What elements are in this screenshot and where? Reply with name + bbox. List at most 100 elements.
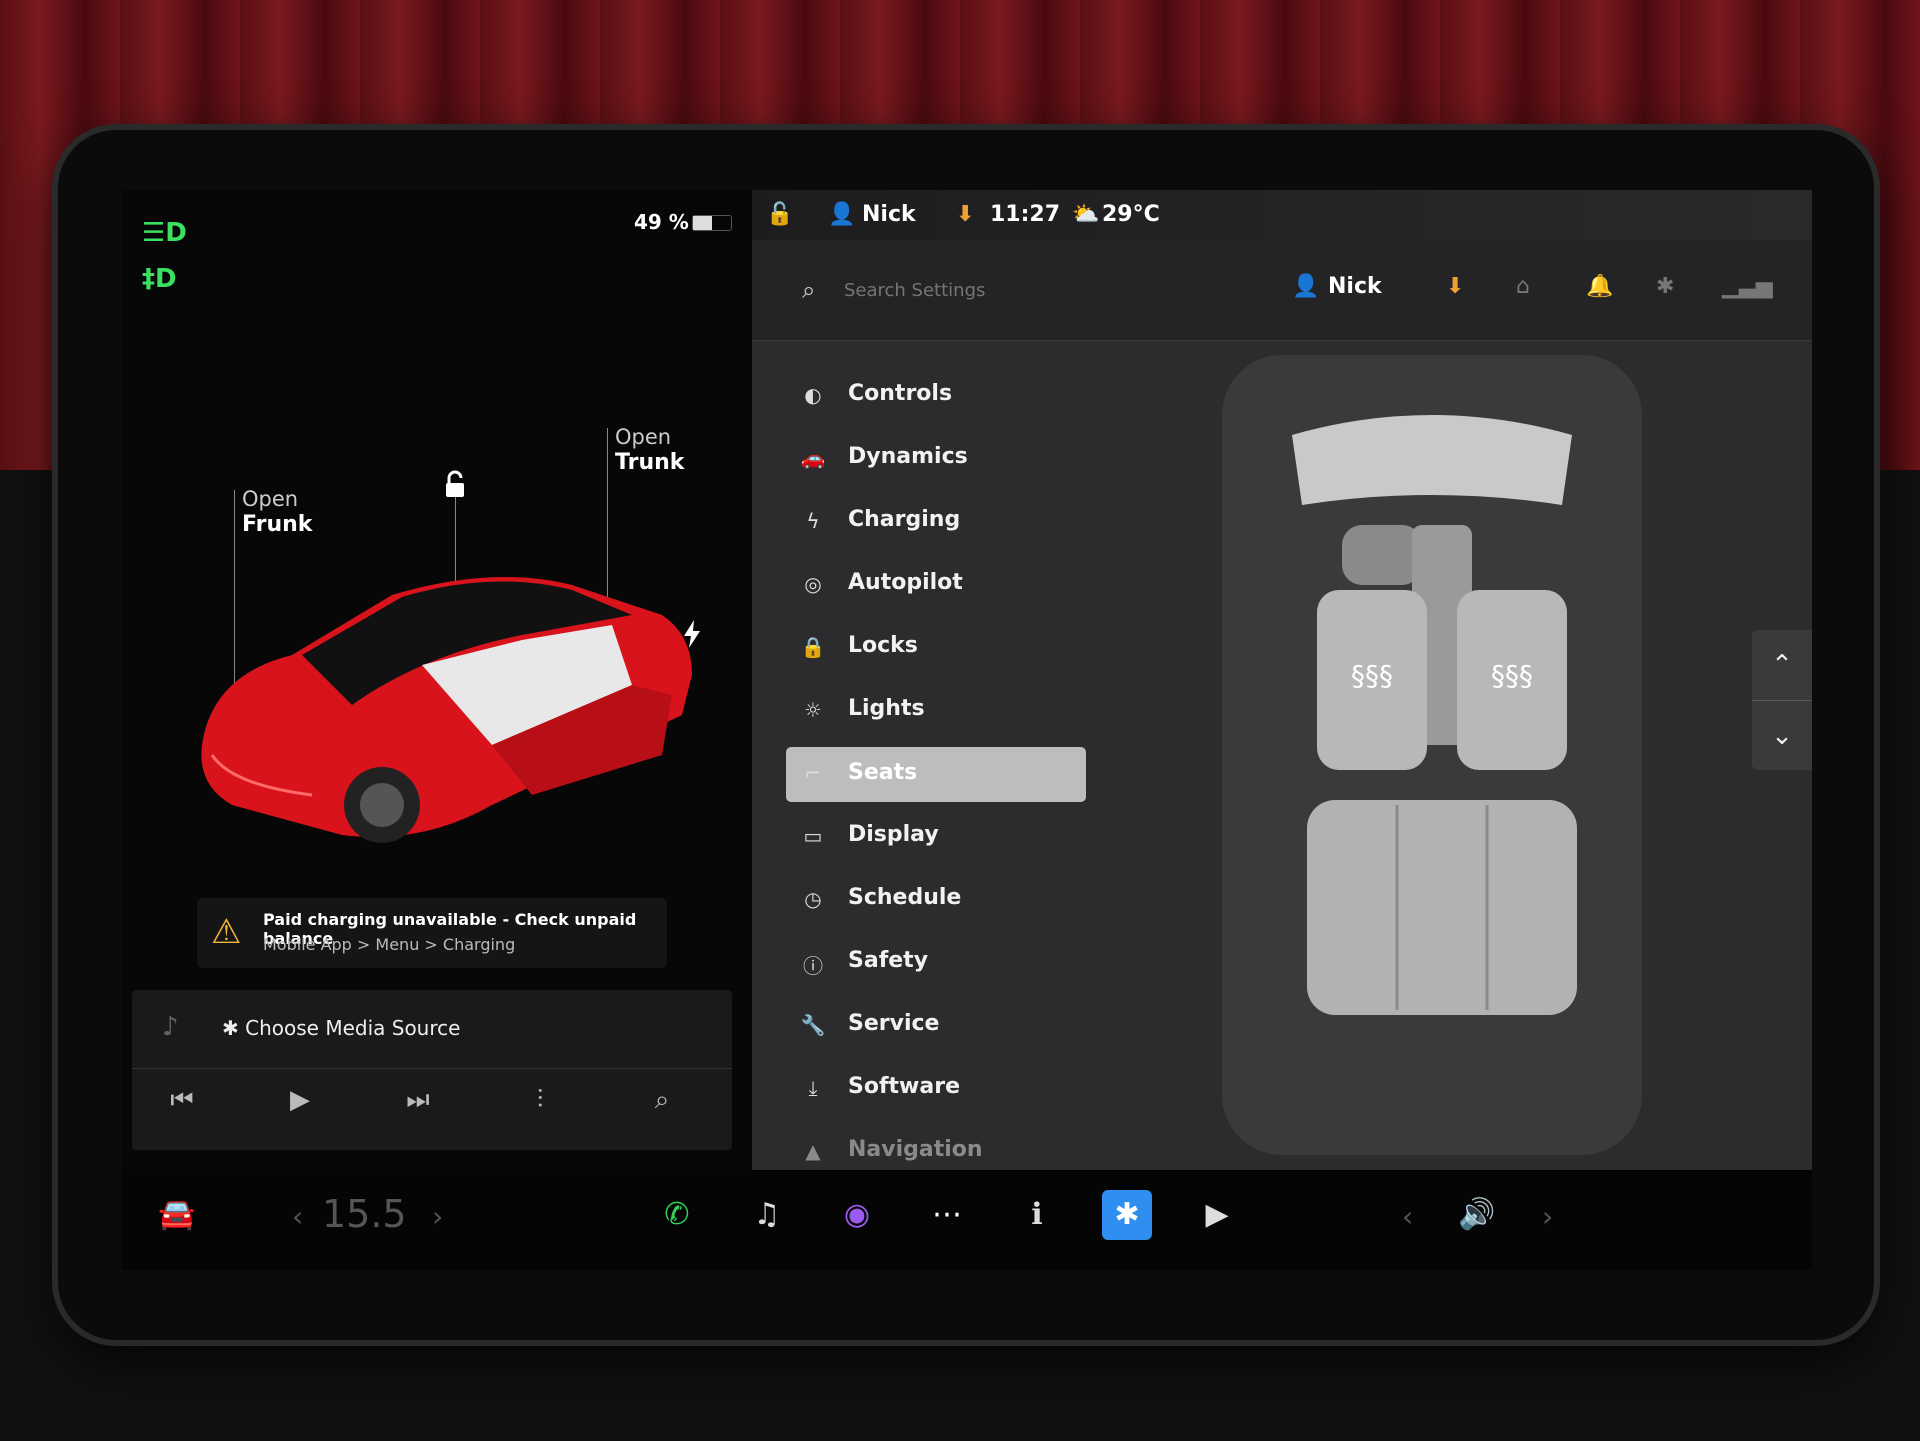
menu-label: Navigation bbox=[848, 1137, 983, 1162]
scroll-controls: ⌃ ⌄ bbox=[1752, 630, 1812, 770]
menu-label: Display bbox=[848, 822, 939, 847]
status-temperature: 29°C bbox=[1102, 202, 1160, 227]
menu-label: Controls bbox=[848, 381, 953, 406]
media-player: ♪ ✱ Choose Media Source ⏮ ▶ ⏭ ⫶ ⌕ bbox=[132, 990, 732, 1150]
search-icon[interactable]: ⌕ bbox=[632, 1085, 692, 1116]
menu-label: Charging bbox=[848, 507, 961, 532]
menu-label: Service bbox=[848, 1011, 940, 1036]
settings-user[interactable]: Nick bbox=[1328, 274, 1382, 299]
sun-icon: ☼ bbox=[804, 698, 822, 722]
headlight-icon: ☰D bbox=[142, 218, 187, 248]
bolt-icon: ϟ bbox=[806, 509, 820, 533]
warning-icon: ⚠ bbox=[211, 912, 242, 952]
menu-item-autopilot[interactable]: ◎ Autopilot bbox=[786, 554, 1086, 617]
bluetooth-icon[interactable]: ✱ bbox=[1656, 274, 1674, 299]
volume-icon[interactable]: 🔊 bbox=[1452, 1190, 1502, 1240]
lock-icon: 🔒 bbox=[800, 635, 826, 659]
menu-label: Locks bbox=[848, 633, 918, 658]
steering-wheel-icon bbox=[1342, 525, 1422, 585]
menu-item-dynamics[interactable]: 🚗 Dynamics bbox=[786, 428, 1086, 491]
more-icon[interactable]: ⋯ bbox=[922, 1190, 972, 1240]
bottom-dock: 🚘 ‹ 15.5 › ✆ ♫ ◉ ⋯ ℹ ✱ ▶ ‹ 🔊 › bbox=[122, 1170, 1812, 1270]
play-icon[interactable]: ▶ bbox=[270, 1085, 330, 1115]
update-icon[interactable]: ⬇ bbox=[1446, 274, 1464, 299]
weather-icon: ⛅ bbox=[1072, 202, 1100, 227]
camera-icon[interactable]: ◉ bbox=[832, 1190, 882, 1240]
unlock-icon[interactable] bbox=[440, 470, 470, 500]
status-time: 11:27 bbox=[990, 202, 1061, 227]
battery-fill bbox=[693, 216, 712, 230]
menu-label: Schedule bbox=[848, 885, 962, 910]
next-icon[interactable]: ⏭ bbox=[388, 1085, 448, 1116]
previous-icon[interactable]: ⏮ bbox=[152, 1085, 212, 1116]
media-source-row[interactable]: ♪ ✱ Choose Media Source bbox=[132, 990, 732, 1069]
menu-label: Lights bbox=[848, 696, 925, 721]
profile-icon[interactable]: 👤 bbox=[828, 202, 855, 227]
car-icon[interactable]: 🚘 bbox=[152, 1190, 202, 1240]
manual-icon[interactable]: ℹ bbox=[1012, 1190, 1062, 1240]
phone-icon[interactable]: ✆ bbox=[652, 1190, 702, 1240]
display-icon: ▭ bbox=[803, 824, 823, 848]
wrench-icon: 🔧 bbox=[800, 1013, 826, 1037]
theater-icon[interactable]: ▶ bbox=[1192, 1190, 1242, 1240]
toggle-icon: ◐ bbox=[804, 383, 822, 407]
search-icon: ⌕ bbox=[802, 276, 816, 304]
frunk-label-top: Open bbox=[242, 487, 299, 511]
settings-header: ⌕ 👤 Nick ⬇ ⌂ 🔔 ✱ ▁▃▅ bbox=[752, 240, 1812, 341]
menu-item-seats[interactable]: ⌐ Seats bbox=[786, 747, 1086, 802]
download-icon: ⤓ bbox=[808, 1076, 818, 1100]
music-icon[interactable]: ♫ bbox=[742, 1190, 792, 1240]
seat-icon: ⌐ bbox=[804, 761, 822, 785]
menu-item-software[interactable]: ⤓ Software bbox=[786, 1058, 1086, 1121]
driver-seat-heater-icon[interactable]: §§§ bbox=[1351, 659, 1393, 692]
temp-increase-icon[interactable]: › bbox=[432, 1200, 443, 1233]
touchscreen: 49 % ☰D ‡D Open Frunk Open Trunk ⚠ Paid … bbox=[122, 190, 1812, 1270]
volume-decrease-icon[interactable]: ‹ bbox=[1402, 1200, 1413, 1233]
settings-menu: ◐ Controls 🚗 Dynamics ϟ Charging ◎ Autopilot… bbox=[786, 365, 1086, 1184]
cabin-temperature[interactable]: 15.5 bbox=[322, 1192, 407, 1236]
profile-icon[interactable]: 👤 bbox=[1292, 274, 1319, 299]
info-icon: ⓘ bbox=[803, 954, 823, 978]
menu-item-lights[interactable]: ☼ Lights bbox=[786, 680, 1086, 743]
menu-label: Dynamics bbox=[848, 444, 968, 469]
seats-overview: §§§ §§§ bbox=[1222, 355, 1642, 1155]
open-frunk-button[interactable]: Open Frunk bbox=[242, 487, 312, 537]
temp-decrease-icon[interactable]: ‹ bbox=[292, 1200, 303, 1233]
media-source-label: Choose Media Source bbox=[245, 1016, 461, 1040]
home-icon[interactable]: ⌂ bbox=[1516, 274, 1530, 299]
fog-light-icon: ‡D bbox=[142, 264, 177, 294]
signal-icon: ▁▃▅ bbox=[1722, 274, 1773, 299]
chevron-down-icon[interactable]: ⌄ bbox=[1752, 700, 1812, 771]
settings-search-input[interactable] bbox=[842, 270, 1226, 310]
menu-label: Autopilot bbox=[848, 570, 963, 595]
rear-seats[interactable] bbox=[1307, 800, 1577, 1015]
music-note-icon: ♪ bbox=[162, 1012, 179, 1042]
menu-item-charging[interactable]: ϟ Charging bbox=[786, 491, 1086, 554]
menu-item-service[interactable]: 🔧 Service bbox=[786, 995, 1086, 1058]
charging-alert[interactable]: ⚠ Paid charging unavailable - Check unpa… bbox=[197, 898, 667, 968]
lock-status-icon[interactable]: 🔓 bbox=[766, 202, 793, 227]
open-trunk-button[interactable]: Open Trunk bbox=[615, 425, 684, 475]
frunk-label-bottom: Frunk bbox=[242, 512, 313, 537]
trunk-label-bottom: Trunk bbox=[615, 450, 685, 475]
car-icon: 🚗 bbox=[800, 446, 826, 470]
chevron-up-icon[interactable]: ⌃ bbox=[1752, 630, 1812, 700]
menu-item-display[interactable]: ▭ Display bbox=[786, 806, 1086, 869]
update-icon[interactable]: ⬇ bbox=[956, 202, 974, 227]
volume-increase-icon[interactable]: › bbox=[1542, 1200, 1553, 1233]
media-source[interactable]: ✱ Choose Media Source bbox=[222, 1016, 460, 1040]
status-bar: 🔓 👤 Nick ⬇ 11:27 ⛅ 29°C bbox=[752, 190, 1812, 240]
menu-item-safety[interactable]: ⓘ Safety bbox=[786, 932, 1086, 995]
equalizer-icon[interactable]: ⫶ bbox=[510, 1085, 570, 1116]
menu-item-controls[interactable]: ◐ Controls bbox=[786, 365, 1086, 428]
bluetooth-icon[interactable]: ✱ bbox=[1102, 1190, 1152, 1240]
settings-panel: 🔓 👤 Nick ⬇ 11:27 ⛅ 29°C ⌕ 👤 Nick ⬇ ⌂ 🔔 ✱… bbox=[752, 190, 1812, 1170]
passenger-seat-heater-icon[interactable]: §§§ bbox=[1491, 659, 1533, 692]
menu-item-locks[interactable]: 🔒 Locks bbox=[786, 617, 1086, 680]
status-user[interactable]: Nick bbox=[862, 202, 916, 227]
menu-item-schedule[interactable]: ◷ Schedule bbox=[786, 869, 1086, 932]
battery-percent: 49 % bbox=[634, 210, 689, 234]
notification-icon[interactable]: 🔔 bbox=[1586, 274, 1613, 299]
menu-label: Software bbox=[848, 1074, 960, 1099]
menu-label: Safety bbox=[848, 948, 929, 973]
